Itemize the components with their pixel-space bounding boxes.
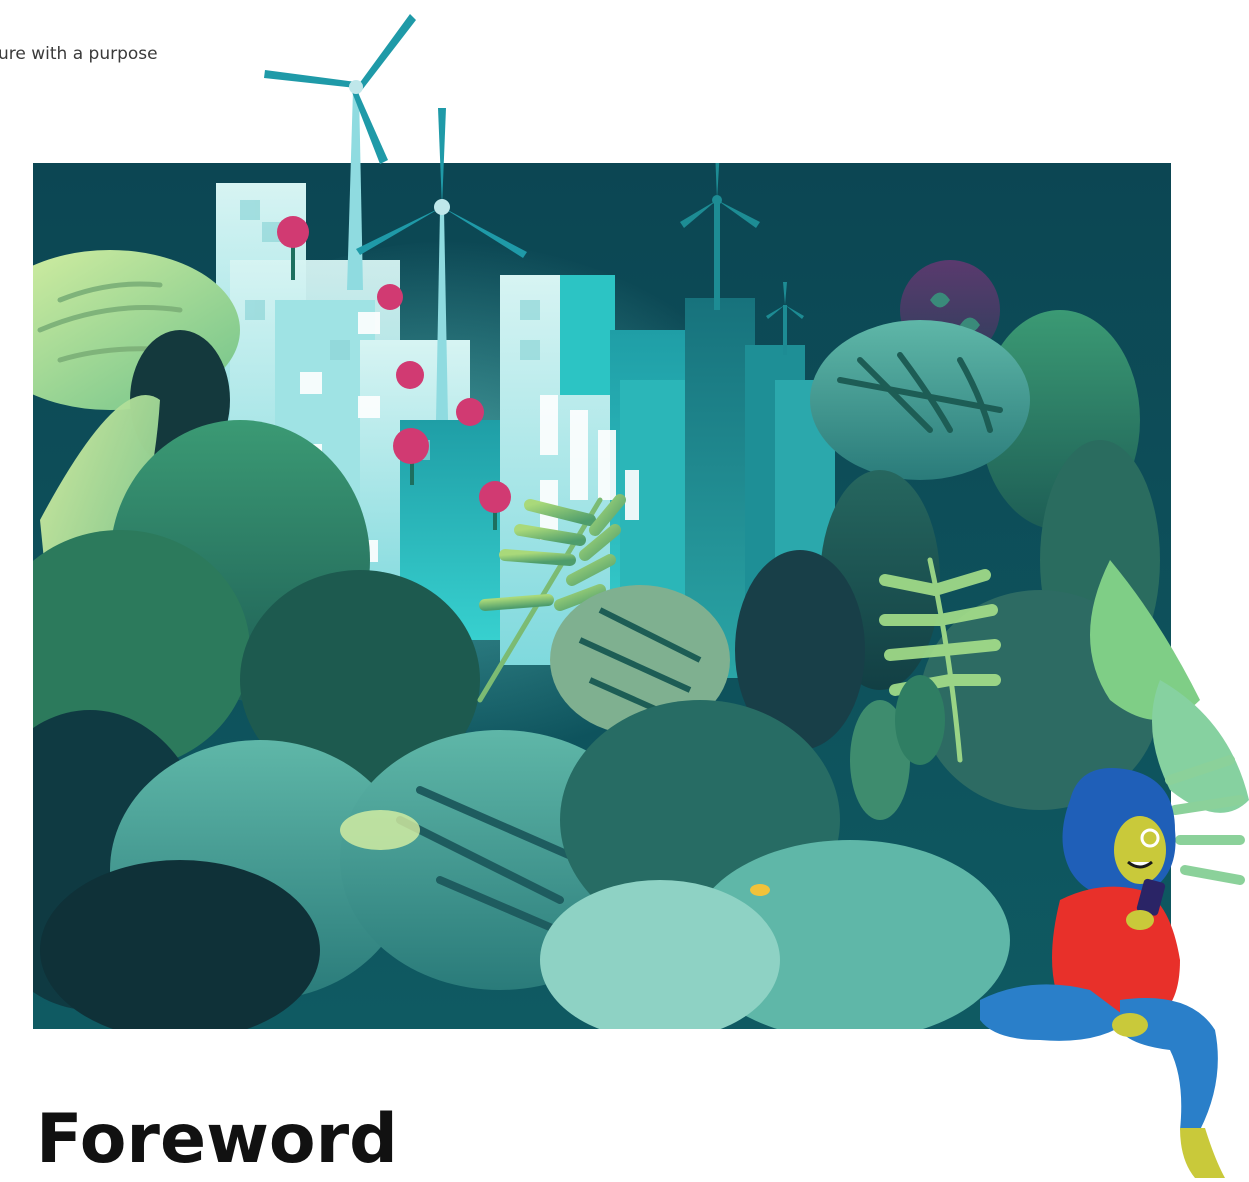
document-page: ure with a purpose Foreword	[0, 0, 1249, 1182]
section-title: Foreword	[36, 1100, 398, 1179]
cover-illustration	[33, 14, 1249, 1178]
